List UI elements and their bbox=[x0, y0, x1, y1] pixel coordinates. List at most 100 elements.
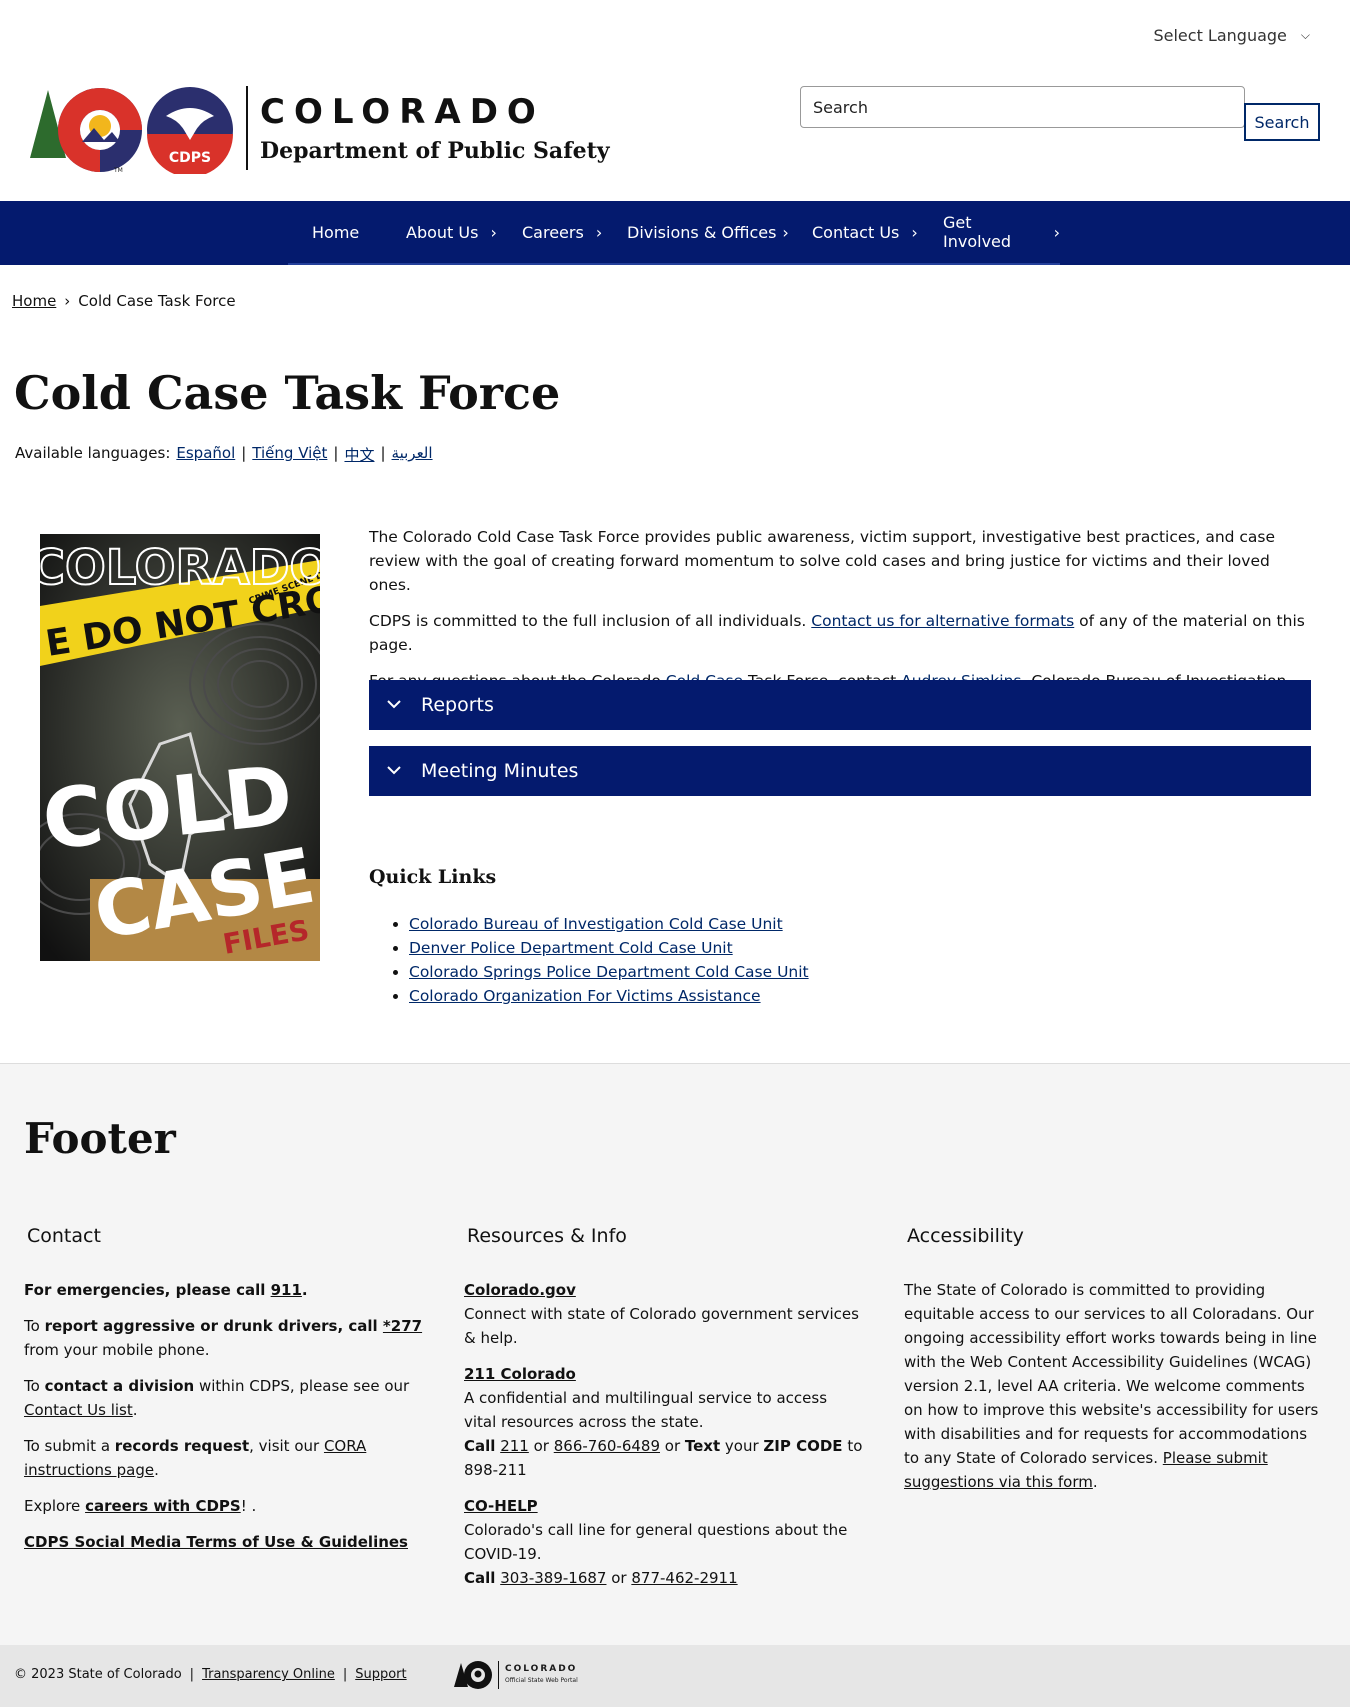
division-prefix: To bbox=[24, 1377, 45, 1395]
call-label: Call bbox=[464, 1437, 496, 1455]
division-mid: within CDPS, please see our bbox=[194, 1377, 410, 1395]
poster-graphic: E DO NOT CROSS CRIME SCENE DO COLORADO C… bbox=[40, 534, 320, 961]
language-link-vietnamese[interactable]: Tiếng Việt bbox=[252, 444, 327, 465]
chevron-right-icon: › bbox=[911, 222, 918, 242]
nav-item-label: Contact Us bbox=[812, 222, 900, 242]
careers-prefix: Explore bbox=[24, 1497, 86, 1515]
contact-us-list-link[interactable]: Contact Us list bbox=[24, 1401, 133, 1419]
text-label: Text bbox=[684, 1437, 721, 1455]
nav-item-home[interactable]: Home bbox=[312, 223, 359, 242]
zip-label: ZIP CODE bbox=[763, 1437, 843, 1455]
nav-item-label: Divisions & Offices bbox=[627, 222, 777, 242]
cova-link[interactable]: Colorado Organization For Victims Assist… bbox=[409, 987, 761, 1005]
inclusion-text: CDPS is committed to the full inclusion … bbox=[369, 612, 812, 630]
intro-paragraph: The Colorado Cold Case Task Force provid… bbox=[369, 528, 1276, 594]
chevron-right-icon: › bbox=[595, 222, 603, 242]
alternative-formats-link[interactable]: Contact us for alternative formats bbox=[811, 612, 1074, 630]
chevron-down-icon bbox=[387, 763, 403, 779]
portal-logo-divider bbox=[498, 1661, 499, 1689]
division-end: . bbox=[132, 1401, 138, 1419]
accessibility-end: . bbox=[1092, 1473, 1098, 1491]
chevron-down-icon bbox=[387, 697, 403, 713]
nav-item-get-involved[interactable]: Get Involved › bbox=[943, 213, 1060, 251]
site-header: TM CDPS COLORADO Department of Public Sa… bbox=[28, 82, 628, 182]
search-input-value: Search bbox=[813, 97, 868, 117]
call-911-link[interactable]: 911 bbox=[271, 1281, 302, 1299]
breadcrumb-home-link[interactable]: Home bbox=[12, 292, 56, 310]
footer-contact-heading: Contact bbox=[27, 1225, 101, 1247]
co-help-block: CO-HELP Colorado's call line for general… bbox=[464, 1494, 864, 1590]
nav-item-label: Get Involved bbox=[943, 213, 1012, 251]
nav-item-divisions-offices[interactable]: Divisions & Offices › bbox=[627, 223, 789, 242]
colorado-springs-pd-cold-case-link[interactable]: Colorado Springs Police Department Cold … bbox=[409, 963, 809, 981]
co-211-desc: A confidential and multilingual service … bbox=[464, 1389, 828, 1431]
footer-accessibility-column: Accessibility The State of Colorado is c… bbox=[904, 1224, 1324, 1506]
nav-item-label: Home bbox=[312, 222, 360, 242]
search-button[interactable]: Search bbox=[1244, 103, 1320, 141]
inclusion-paragraph: CDPS is committed to the full inclusion … bbox=[369, 609, 1309, 657]
records-mid: , visit our bbox=[249, 1437, 324, 1455]
nav-item-contact-us[interactable]: Contact Us › bbox=[812, 223, 918, 242]
quick-links-heading: Quick Links bbox=[369, 866, 497, 888]
call-877-link[interactable]: 877-462-2911 bbox=[631, 1569, 737, 1587]
division-text: To contact a division within CDPS, pleas… bbox=[24, 1374, 424, 1422]
colorado-gov-block: Colorado.gov Connect with state of Color… bbox=[464, 1278, 864, 1350]
call-211-link[interactable]: 211 bbox=[500, 1437, 529, 1455]
transparency-online-link[interactable]: Transparency Online bbox=[202, 1667, 335, 1682]
language-separator: | bbox=[380, 444, 386, 462]
accessibility-body: The State of Colorado is committed to pr… bbox=[904, 1281, 1319, 1467]
co-help-link[interactable]: CO-HELP bbox=[464, 1497, 538, 1515]
nav-item-careers[interactable]: Careers › bbox=[522, 223, 602, 242]
footer-title: Footer bbox=[24, 1114, 176, 1163]
social-media-text: CDPS Social Media Terms of Use & Guideli… bbox=[24, 1530, 424, 1554]
cold-case-poster-image: E DO NOT CROSS CRIME SCENE DO COLORADO C… bbox=[40, 534, 320, 961]
site-subtitle: Department of Public Safety bbox=[260, 138, 610, 164]
colorado-logo-icon[interactable]: TM bbox=[28, 86, 143, 174]
call-303-link[interactable]: 303-389-1687 bbox=[500, 1569, 606, 1587]
poster-colorado-text: COLORADO bbox=[40, 540, 320, 596]
colorado-gov-link[interactable]: Colorado.gov bbox=[464, 1281, 576, 1299]
footer-resources-heading: Resources & Info bbox=[467, 1225, 627, 1247]
call-277-link[interactable]: *277 bbox=[383, 1317, 422, 1335]
call-866-link[interactable]: 866-760-6489 bbox=[554, 1437, 660, 1455]
colorado-gov-desc: Connect with state of Colorado governmen… bbox=[464, 1305, 859, 1347]
accessibility-text: The State of Colorado is committed to pr… bbox=[904, 1278, 1324, 1494]
records-end: . bbox=[154, 1461, 159, 1479]
official-portal-logo[interactable]: COLORADO Official State Web Portal bbox=[454, 1657, 594, 1693]
drivers-text: To report aggressive or drunk drivers, c… bbox=[24, 1314, 424, 1362]
quick-link-item: Colorado Organization For Victims Assist… bbox=[409, 984, 809, 1008]
denver-pd-cold-case-link[interactable]: Denver Police Department Cold Case Unit bbox=[409, 939, 733, 957]
quick-links-list: Colorado Bureau of Investigation Cold Ca… bbox=[393, 912, 809, 1008]
language-link-arabic[interactable]: العربية bbox=[392, 444, 433, 465]
site-title: COLORADO bbox=[260, 92, 545, 132]
accordion-label: Meeting Minutes bbox=[421, 760, 579, 782]
quick-link-item: Denver Police Department Cold Case Unit bbox=[409, 936, 809, 960]
records-prefix: To submit a bbox=[24, 1437, 115, 1455]
co-211-link[interactable]: 211 Colorado bbox=[464, 1365, 576, 1383]
social-media-terms-link[interactable]: CDPS Social Media Terms of Use & Guideli… bbox=[24, 1533, 408, 1551]
emergency-end: . bbox=[301, 1281, 308, 1299]
cdps-seal-icon: CDPS bbox=[147, 87, 233, 174]
nav-item-about-us[interactable]: About Us › bbox=[406, 223, 497, 242]
records-bold: records request bbox=[114, 1437, 250, 1455]
drivers-suffix: from your mobile phone. bbox=[24, 1341, 210, 1359]
quick-link-item: Colorado Springs Police Department Cold … bbox=[409, 960, 809, 984]
quick-link-item: Colorado Bureau of Investigation Cold Ca… bbox=[409, 912, 809, 936]
accordion-reports[interactable]: Reports bbox=[369, 680, 1311, 730]
available-languages-label: Available languages: bbox=[15, 444, 171, 462]
language-link-chinese[interactable]: 中文 bbox=[344, 444, 374, 465]
call-label: Call bbox=[464, 1569, 496, 1587]
support-link[interactable]: Support bbox=[355, 1667, 406, 1682]
footer-contact-column: Contact For emergencies, please call 911… bbox=[24, 1224, 424, 1566]
drivers-prefix: To bbox=[24, 1317, 45, 1335]
language-link-spanish[interactable]: Español bbox=[176, 444, 235, 465]
tm-mark: TM bbox=[113, 167, 123, 174]
search-input[interactable]: Search bbox=[800, 86, 1245, 128]
cbi-cold-case-link[interactable]: Colorado Bureau of Investigation Cold Ca… bbox=[409, 915, 783, 933]
bottom-separator: | bbox=[342, 1667, 348, 1682]
careers-with-cdps-link[interactable]: careers with CDPS bbox=[85, 1497, 241, 1515]
language-select[interactable]: Select Language ⌵ bbox=[1153, 26, 1310, 45]
accordion-meeting-minutes[interactable]: Meeting Minutes bbox=[369, 746, 1311, 796]
or-text: or bbox=[606, 1569, 632, 1587]
division-bold: contact a division bbox=[44, 1377, 195, 1395]
